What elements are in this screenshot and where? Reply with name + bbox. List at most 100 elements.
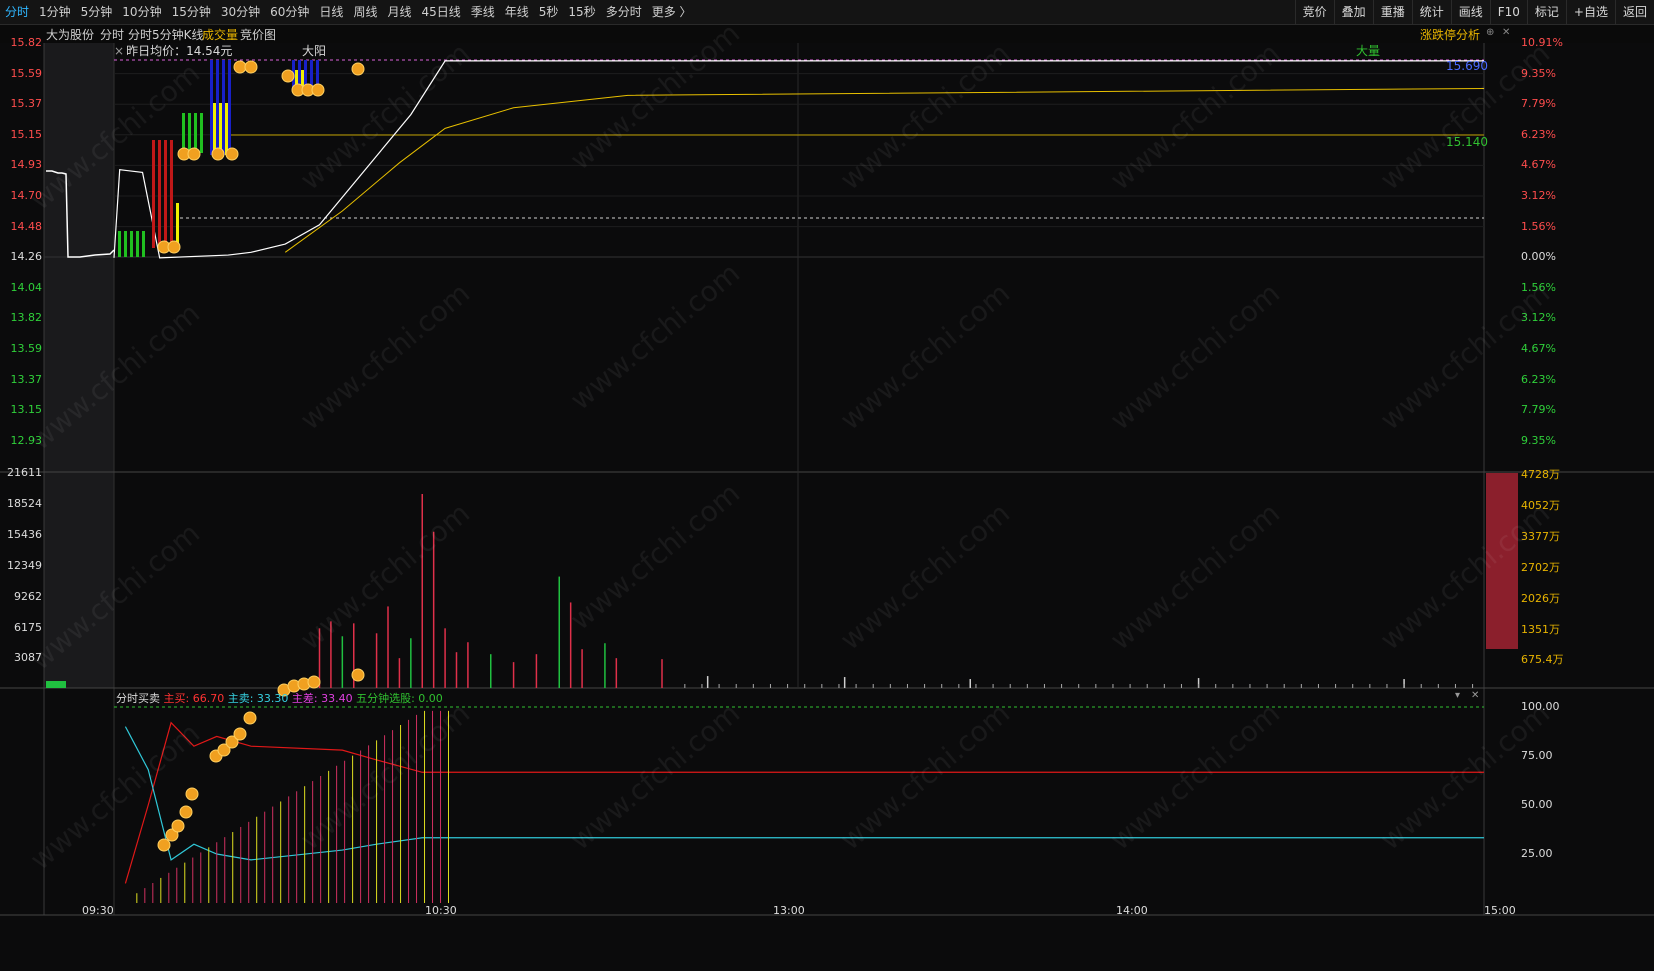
dayang-annotation: 大阳 (302, 44, 327, 58)
period-tab-8[interactable]: 周线 (348, 0, 382, 24)
volume-tick-0: 21611 (7, 466, 42, 479)
price-tick-5: 14.70 (10, 189, 43, 202)
tab-timeshare-5min-k[interactable]: 分时5分钟K线 (128, 26, 204, 43)
signal-bar-15 (216, 60, 219, 155)
period-tab-3[interactable]: 10分钟 (117, 0, 166, 24)
prev-avg-label: × 昨日均价：14.54元 (114, 44, 233, 58)
period-tab-6[interactable]: 60分钟 (265, 0, 314, 24)
tab-timeshare[interactable]: 分时 (100, 26, 124, 43)
toolbar-button-4[interactable]: 画线 (1450, 0, 1490, 24)
pct-tick-8: 1.56% (1521, 280, 1556, 294)
toolbar-button-3[interactable]: 统计 (1411, 0, 1451, 24)
period-tab-13[interactable]: 5秒 (534, 0, 564, 24)
signal-bar-2 (130, 231, 133, 257)
signal-bar-14 (210, 60, 213, 155)
pct-tick-4: 4.67% (1521, 158, 1556, 172)
period-tab-9[interactable]: 月线 (382, 0, 416, 24)
indicator-tick-3: 25.00 (1521, 847, 1553, 860)
price-tick-13: 12.93 (10, 433, 43, 447)
period-tab-11[interactable]: 季线 (466, 0, 500, 24)
time-tick-0: 09:30 (82, 904, 114, 917)
signal-coin-icon-8 (281, 69, 295, 83)
indicator-coin-icon-0 (157, 838, 171, 852)
period-tab-14[interactable]: 15秒 (563, 0, 600, 24)
toolbar-button-8[interactable]: 返回 (1614, 0, 1654, 24)
tab-volume[interactable]: 成交量 (202, 26, 238, 43)
indicator-name: 分时买卖 (116, 692, 160, 705)
main-sell-value: 主卖: 33.30 (227, 692, 289, 705)
toolbar-button-6[interactable]: 标记 (1526, 0, 1566, 24)
signal-coin-icon-4 (211, 147, 225, 161)
toolbar-button-7[interactable]: +自选 (1565, 0, 1615, 24)
signal-coin-icon-1 (167, 240, 181, 254)
signal-bar-10 (182, 113, 185, 153)
volume-tick-2: 15436 (7, 527, 42, 541)
indicator-coin-icon-3 (179, 805, 193, 819)
pct-tick-3: 6.23% (1521, 127, 1556, 141)
period-tab-4[interactable]: 15分钟 (167, 0, 216, 24)
signal-bar-19 (219, 103, 222, 155)
price-tick-4: 14.93 (10, 158, 43, 172)
main-buy-value: 主买: 66.70 (163, 692, 225, 705)
time-tick-1: 10:30 (425, 904, 457, 917)
toolbar-button-2[interactable]: 重播 (1372, 0, 1412, 24)
period-tab-2[interactable]: 5分钟 (76, 0, 118, 24)
close-icon[interactable]: × (114, 44, 124, 58)
pct-tick-9: 3.12% (1521, 311, 1556, 325)
pct-tick-1: 9.35% (1521, 66, 1556, 80)
indicator-tick-2: 50.00 (1521, 798, 1553, 811)
stock-name: 大为股份 (46, 28, 95, 42)
time-tick-4: 15:00 (1484, 904, 1516, 917)
preopen-volume-bar (46, 681, 66, 688)
signal-bar-18 (213, 103, 216, 155)
volume-tick-1: 18524 (7, 496, 42, 510)
signal-coin-icon-6 (233, 60, 247, 74)
period-tab-7[interactable]: 日线 (314, 0, 348, 24)
signal-coin-icon-3 (187, 147, 201, 161)
volume-right-tick-0: 4728万 (1521, 468, 1560, 481)
indicator-tick-0: 100.00 (1521, 700, 1560, 713)
signal-bar-1 (124, 231, 127, 257)
tab-auction-chart[interactable]: 竞价图 (240, 26, 276, 43)
close-icon[interactable]: ✕ (1502, 27, 1510, 38)
pct-tick-7: 0.00% (1521, 250, 1556, 264)
pct-tick-11: 6.23% (1521, 372, 1556, 386)
pct-tick-6: 1.56% (1521, 219, 1556, 233)
period-tab-1[interactable]: 1分钟 (34, 0, 76, 24)
signal-bar-8 (170, 140, 173, 248)
indicator-close-icon[interactable]: ✕ (1471, 690, 1479, 701)
indicator-coin-icon-13 (307, 675, 321, 689)
period-tab-15[interactable]: 多分时 (601, 0, 647, 24)
daliang-annotation: 大量 (1356, 44, 1381, 58)
period-tab-16[interactable]: 更多 〉 (647, 0, 697, 24)
toolbar-right: 竞价 叠加 重播 统计 画线 F10 标记 +自选 返回 (1294, 0, 1654, 24)
toolbar-button-1[interactable]: 叠加 (1333, 0, 1373, 24)
pct-tick-2: 7.79% (1521, 97, 1556, 111)
volume-tick-4: 9262 (14, 589, 42, 603)
volume-tick-5: 6175 (14, 620, 42, 634)
pct-tick-13: 9.35% (1521, 433, 1556, 447)
toolbar-button-5[interactable]: F10 (1489, 0, 1527, 24)
volume-right-tick-3: 2702万 (1521, 560, 1560, 574)
indicator-coin-icon-9 (243, 711, 257, 725)
period-tab-5[interactable]: 30分钟 (216, 0, 265, 24)
period-tab-0[interactable]: 分时 (0, 0, 34, 24)
indicator-menu-icon[interactable]: ▾ (1455, 690, 1460, 701)
signal-bar-11 (188, 113, 191, 153)
pct-tick-10: 4.67% (1521, 342, 1556, 355)
settings-icon[interactable]: ⊕ (1486, 27, 1494, 38)
volume-right-tick-5: 1351万 (1521, 622, 1560, 636)
limit-price-label: 15.690 (1446, 59, 1488, 73)
price-tick-12: 13.15 (10, 403, 43, 417)
period-tab-10[interactable]: 45日线 (416, 0, 465, 24)
limit-analysis-link[interactable]: 涨跌停分析 (1420, 26, 1480, 43)
signal-bar-12 (194, 113, 197, 153)
volume-tick-3: 12349 (7, 558, 42, 572)
period-tabs: 分时 1分钟 5分钟 10分钟 15分钟 30分钟 60分钟 日线 周线 月线 45日线 季线 年线 5秒… (0, 0, 697, 24)
indicator-header: 分时买卖 主买: 66.70 主卖: 33.30 主差: 33.40 五分钟选股… (116, 690, 443, 706)
toolbar-button-0[interactable]: 竞价 (1294, 0, 1334, 24)
period-tab-12[interactable]: 年线 (500, 0, 534, 24)
price-tick-2: 15.37 (10, 97, 43, 111)
pct-tick-0: 10.91% (1521, 36, 1563, 49)
signal-bar-0 (118, 231, 121, 257)
